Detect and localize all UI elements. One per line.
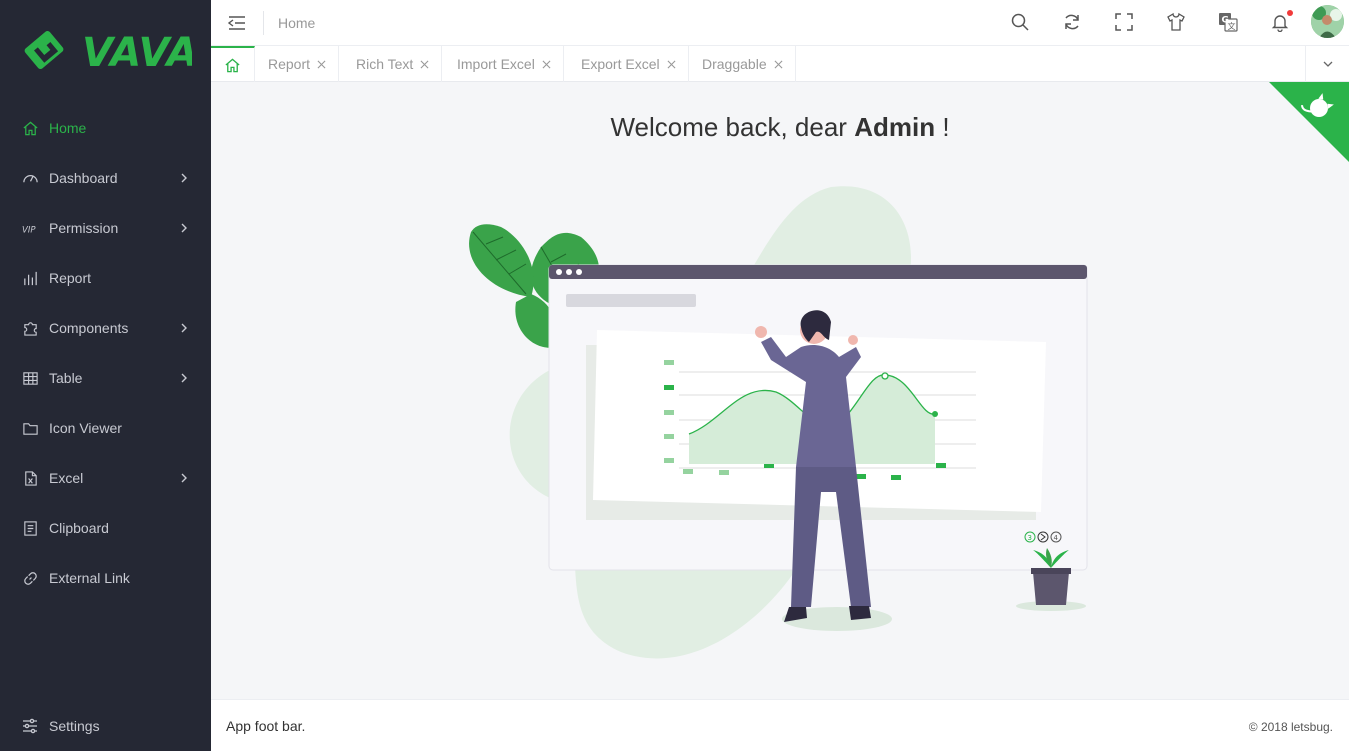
tab-label: Import Excel [457, 56, 535, 72]
main-content: Welcome back, dear Admin ! 3 4 [211, 82, 1349, 699]
chevron-right-icon [181, 373, 187, 383]
welcome-suffix: ! [942, 112, 950, 142]
close-icon[interactable] [542, 60, 551, 69]
sidebar-item-label: Excel [49, 470, 84, 486]
footer-copyright: © 2018 letsbug. [1248, 720, 1333, 734]
sidebar-item-permission[interactable]: VIP Permission [0, 203, 211, 253]
github-corner-icon[interactable] [1269, 82, 1349, 162]
sidebar-settings[interactable]: Settings [0, 701, 211, 751]
tab-label: Rich Text [356, 56, 414, 72]
sidebar-item-external-link[interactable]: External Link [0, 553, 211, 603]
top-header: Home G文 [211, 0, 1349, 46]
close-icon[interactable] [317, 60, 326, 69]
clipboard-icon [21, 519, 39, 537]
translate-icon[interactable]: G文 [1217, 11, 1239, 33]
sidebar-item-label: Permission [49, 220, 119, 236]
welcome-prefix: Welcome back, dear [610, 112, 847, 142]
close-icon[interactable] [667, 60, 676, 69]
app-footer: App foot bar. © 2018 letsbug. [211, 699, 1349, 751]
sidebar-item-label: Components [49, 320, 129, 336]
chevron-right-icon [181, 223, 187, 233]
chevron-right-icon [181, 323, 187, 333]
chevron-right-icon [181, 473, 187, 483]
tab-report[interactable]: Report [256, 46, 340, 82]
tabs-bar: Report Rich Text Import Excel Export Exc… [211, 46, 1349, 82]
close-icon[interactable] [774, 60, 783, 69]
sidebar-item-home[interactable]: Home [0, 103, 211, 153]
chevron-right-icon [181, 173, 187, 183]
sidebar-item-label: External Link [49, 570, 130, 586]
sidebar-item-label: Icon Viewer [49, 420, 122, 436]
tab-label: Draggable [702, 56, 767, 72]
bell-icon[interactable] [1269, 10, 1293, 33]
home-icon [225, 57, 240, 72]
theme-shirt-icon[interactable] [1165, 11, 1187, 33]
notification-dot [1287, 10, 1293, 16]
sidebar-item-clipboard[interactable]: Clipboard [0, 503, 211, 553]
footer-left-text: App foot bar. [226, 718, 306, 734]
svg-text:VIP: VIP [22, 225, 36, 235]
sidebar-item-label: Table [49, 370, 83, 386]
sidebar-item-label: Clipboard [49, 520, 109, 536]
close-icon[interactable] [420, 60, 429, 69]
dashboard-icon [21, 169, 39, 187]
sidebar-item-report[interactable]: Report [0, 253, 211, 303]
sidebar-item-label: Home [49, 120, 87, 136]
avatar[interactable] [1311, 5, 1344, 38]
svg-text:文: 文 [1228, 21, 1236, 31]
tab-home[interactable] [211, 46, 255, 82]
welcome-illustration: 3 4 [469, 186, 1088, 659]
sidebar-item-icon-viewer[interactable]: Icon Viewer [0, 403, 211, 453]
refresh-icon[interactable] [1061, 11, 1083, 33]
chevron-down-icon [1323, 61, 1332, 67]
tab-import-excel[interactable]: Import Excel [445, 46, 564, 82]
excel-icon [21, 469, 39, 487]
svg-text:VAVA: VAVA [82, 30, 192, 76]
tabs-more-button[interactable] [1305, 46, 1349, 82]
pager-item: 4 [1054, 534, 1059, 542]
sidebar-item-dashboard[interactable]: Dashboard [0, 153, 211, 203]
settings-label: Settings [49, 718, 100, 734]
home-icon [21, 119, 39, 137]
sidebar-item-table[interactable]: Table [0, 353, 211, 403]
bar-chart-icon [21, 269, 39, 287]
folder-icon [21, 419, 39, 437]
tab-label: Report [268, 56, 311, 72]
search-icon[interactable] [1009, 11, 1031, 33]
link-icon [21, 569, 39, 587]
welcome-name: Admin [854, 112, 936, 142]
welcome-heading: Welcome back, dear Admin ! [211, 112, 1349, 143]
sidebar-item-components[interactable]: Components [0, 303, 211, 353]
sidebar-menu: Home Dashboard VIP Permission Report Com… [0, 103, 211, 603]
sidebar-item-label: Report [49, 270, 92, 286]
puzzle-icon [21, 319, 39, 337]
tab-label: Export Excel [581, 56, 660, 72]
sidebar-item-label: Dashboard [49, 170, 118, 186]
fullscreen-icon[interactable] [1113, 11, 1135, 33]
tab-rich-text[interactable]: Rich Text [344, 46, 443, 82]
sidebar-item-excel[interactable]: Excel [0, 453, 211, 503]
sidebar: VAVA Home Dashboard VIP Permission Repor… [0, 0, 211, 751]
pager-item: 3 [1028, 534, 1032, 542]
sliders-icon [21, 717, 39, 735]
app-logo[interactable]: VAVA [0, 0, 211, 100]
tab-draggable[interactable]: Draggable [690, 46, 796, 82]
table-icon [21, 369, 39, 387]
breadcrumb[interactable]: Home [278, 15, 315, 31]
tab-export-excel[interactable]: Export Excel [569, 46, 689, 82]
header-divider [263, 11, 264, 35]
vip-icon: VIP [21, 219, 39, 237]
collapse-menu-icon[interactable] [227, 13, 247, 33]
